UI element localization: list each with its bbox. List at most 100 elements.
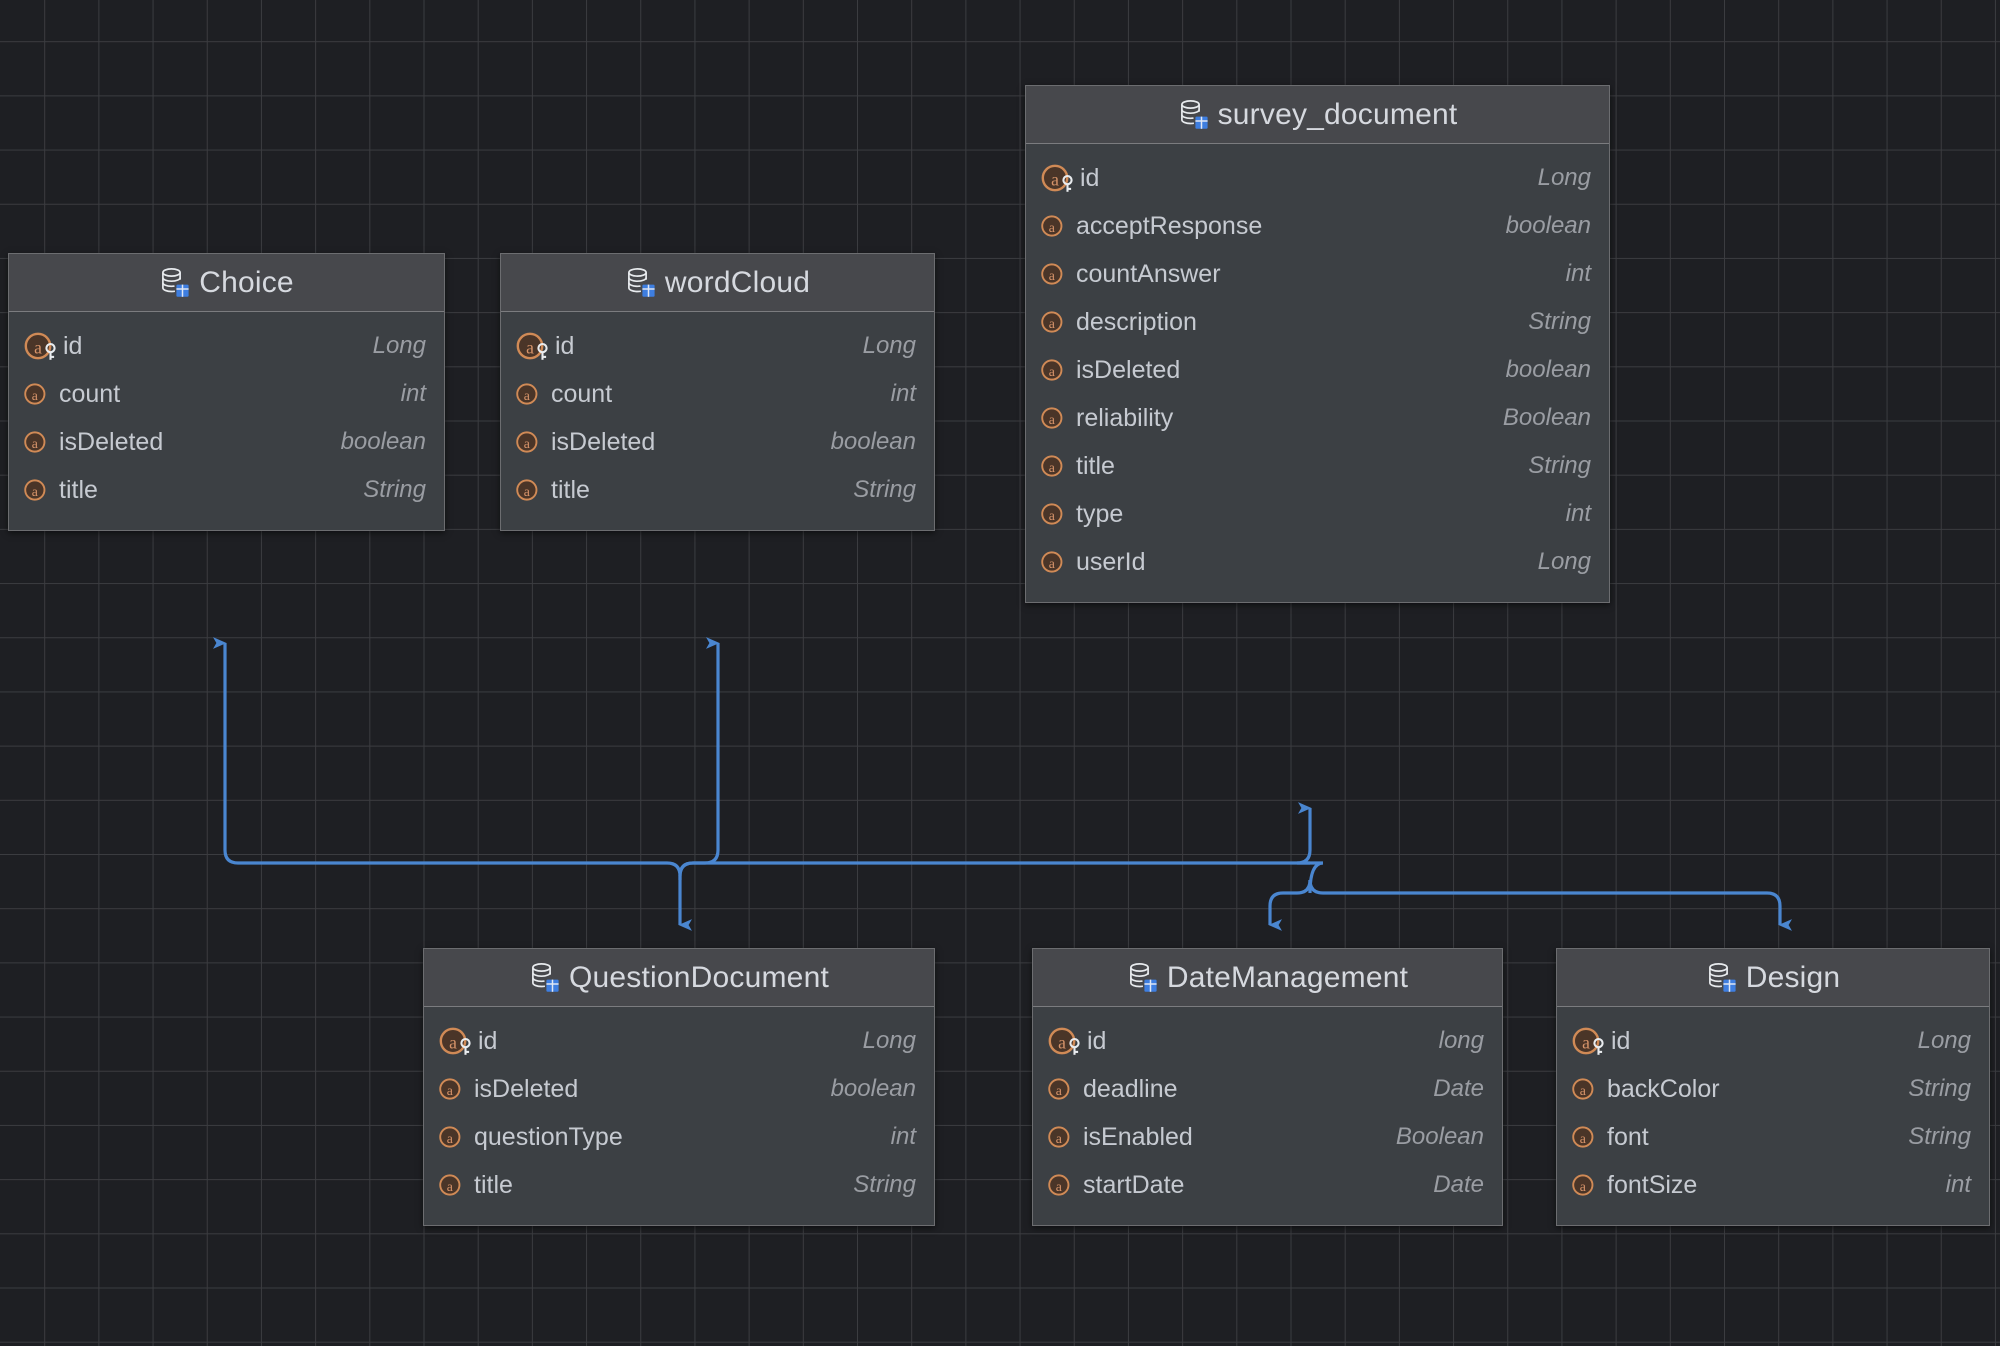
attribute-row[interactable]: a id Long xyxy=(9,322,444,370)
entity-header-choice[interactable]: Choice xyxy=(9,254,444,312)
entity-header-questiondocument[interactable]: QuestionDocument xyxy=(424,949,934,1007)
attribute-name: id xyxy=(1611,1026,1631,1055)
attribute-type: Long xyxy=(1917,1027,1971,1054)
attribute-at-icon: a xyxy=(23,379,53,409)
attribute-type: Boolean xyxy=(1502,404,1591,431)
database-table-icon xyxy=(529,962,559,994)
attribute-row[interactable]: a isDeleted boolean xyxy=(1026,346,1609,394)
attribute-row[interactable]: a id Long xyxy=(424,1017,934,1065)
attribute-at-icon: a xyxy=(1571,1122,1601,1152)
attribute-row[interactable]: a deadline Date xyxy=(1033,1065,1502,1113)
entity-survey_document[interactable]: survey_documenta id Long a acceptResponse boo… xyxy=(1025,85,1610,603)
attribute-at-icon: a xyxy=(1047,1170,1077,1200)
entity-design[interactable]: Design a id Long a backColor String a font String… xyxy=(1556,948,1990,1226)
entity-choice[interactable]: Choice a id Long a count int a isDeleted boolean a… xyxy=(8,253,445,531)
attribute-type: Date xyxy=(1433,1171,1484,1198)
entity-header-survey_document[interactable]: survey_document xyxy=(1026,86,1609,144)
attribute-row[interactable]: a id Long xyxy=(1557,1017,1989,1065)
attribute-name: id xyxy=(1087,1026,1107,1055)
attribute-at-icon: a xyxy=(1047,1122,1077,1152)
attribute-row[interactable]: a title String xyxy=(424,1161,934,1209)
attribute-at-icon: a xyxy=(438,1170,468,1200)
attribute-type: boolean xyxy=(1505,212,1591,239)
attribute-row[interactable]: a type int xyxy=(1026,490,1609,538)
attribute-type: long xyxy=(1438,1027,1484,1054)
attribute-name: title xyxy=(474,1170,513,1199)
attribute-row[interactable]: a title String xyxy=(1026,442,1609,490)
attribute-at-icon: a xyxy=(515,475,545,505)
attribute-type: Long xyxy=(1537,164,1591,191)
entity-questiondocument[interactable]: QuestionDocument a id Long a isDeleted boolean… xyxy=(423,948,935,1226)
attribute-name: backColor xyxy=(1607,1074,1720,1103)
attribute-row[interactable]: a reliability Boolean xyxy=(1026,394,1609,442)
primary-key-icon: a xyxy=(438,1026,476,1056)
attribute-type: Long xyxy=(862,332,916,359)
attribute-name: deadline xyxy=(1083,1074,1178,1103)
attribute-name: title xyxy=(551,475,590,504)
entity-title: Design xyxy=(1745,960,1841,994)
attribute-row[interactable]: a backColor String xyxy=(1557,1065,1989,1113)
attribute-name: userId xyxy=(1076,547,1146,576)
svg-text:a: a xyxy=(1580,1131,1586,1146)
attribute-type: int xyxy=(1565,500,1591,527)
entity-title: Choice xyxy=(199,265,294,299)
svg-text:a: a xyxy=(1056,1083,1062,1098)
entity-attributes-choice: a id Long a count int a isDeleted boolean a title S… xyxy=(9,312,444,530)
entity-header-datemanagement[interactable]: DateManagement xyxy=(1033,949,1502,1007)
attribute-at-icon: a xyxy=(1047,1074,1077,1104)
entity-header-wordcloud[interactable]: wordCloud xyxy=(501,254,934,312)
attribute-at-icon: a xyxy=(1040,211,1070,241)
attribute-row[interactable]: a description String xyxy=(1026,298,1609,346)
svg-text:a: a xyxy=(1051,170,1059,190)
entity-datemanagement[interactable]: DateManagement a id long a deadline Date a isEna… xyxy=(1032,948,1503,1226)
attribute-at-icon: a xyxy=(1040,307,1070,337)
attribute-row[interactable]: a isDeleted boolean xyxy=(501,418,934,466)
attribute-row[interactable]: a acceptResponse boolean xyxy=(1026,202,1609,250)
attribute-row[interactable]: a id Long xyxy=(501,322,934,370)
attribute-row[interactable]: a count int xyxy=(9,370,444,418)
attribute-at-icon: a xyxy=(1040,403,1070,433)
entity-attributes-datemanagement: a id long a deadline Date a isEnabled Boolean a st… xyxy=(1033,1007,1502,1225)
attribute-type: boolean xyxy=(340,428,426,455)
attribute-row[interactable]: a startDate Date xyxy=(1033,1161,1502,1209)
attribute-row[interactable]: a id Long xyxy=(1026,154,1609,202)
svg-text:a: a xyxy=(1049,220,1055,235)
primary-key-icon: a xyxy=(23,331,61,361)
attribute-at-icon: a xyxy=(23,427,53,457)
attribute-row[interactable]: a id long xyxy=(1033,1017,1502,1065)
attribute-type: boolean xyxy=(830,1075,916,1102)
attribute-type: String xyxy=(1528,308,1591,335)
attribute-name: countAnswer xyxy=(1076,259,1221,288)
attribute-type: Date xyxy=(1433,1075,1484,1102)
attribute-row[interactable]: a countAnswer int xyxy=(1026,250,1609,298)
diagram-canvas[interactable]: Choice a id Long a count int a isDeleted boolean a… xyxy=(0,0,2000,1346)
attribute-row[interactable]: a isDeleted boolean xyxy=(9,418,444,466)
entity-wordcloud[interactable]: wordCloud a id Long a count int a isDeleted boole… xyxy=(500,253,935,531)
attribute-row[interactable]: a title String xyxy=(501,466,934,514)
attribute-row[interactable]: a title String xyxy=(9,466,444,514)
attribute-row[interactable]: a isDeleted boolean xyxy=(424,1065,934,1113)
svg-text:a: a xyxy=(1049,412,1055,427)
attribute-row[interactable]: a fontSize int xyxy=(1557,1161,1989,1209)
attribute-at-icon: a xyxy=(1040,499,1070,529)
wire-survey-question xyxy=(678,861,1310,931)
attribute-type: boolean xyxy=(1505,356,1591,383)
attribute-row[interactable]: a font String xyxy=(1557,1113,1989,1161)
attribute-row[interactable]: a isEnabled Boolean xyxy=(1033,1113,1502,1161)
attribute-name: id xyxy=(63,331,83,360)
attribute-name: isDeleted xyxy=(474,1074,579,1103)
attribute-name: isDeleted xyxy=(59,427,164,456)
svg-text:a: a xyxy=(447,1179,453,1194)
attribute-row[interactable]: a userId Long xyxy=(1026,538,1609,586)
attribute-row[interactable]: a count int xyxy=(501,370,934,418)
svg-text:a: a xyxy=(1049,460,1055,475)
attribute-at-icon: a xyxy=(1040,547,1070,577)
attribute-at-icon: a xyxy=(1571,1074,1601,1104)
entity-header-design[interactable]: Design xyxy=(1557,949,1989,1007)
attribute-name: id xyxy=(555,331,575,360)
attribute-row[interactable]: a questionType int xyxy=(424,1113,934,1161)
attribute-type: int xyxy=(400,380,426,407)
svg-text:a: a xyxy=(449,1033,457,1053)
attribute-type: Long xyxy=(1537,548,1591,575)
attribute-name: id xyxy=(1080,163,1100,192)
